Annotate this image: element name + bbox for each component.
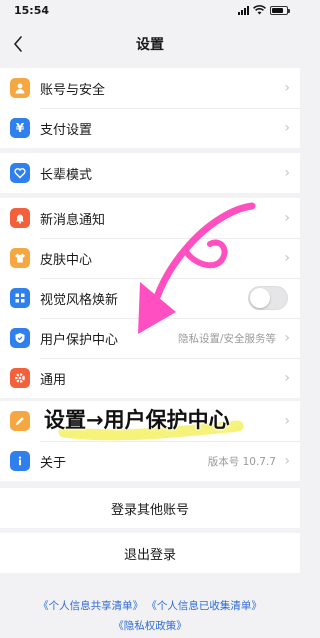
settings-item-label: 新消息通知: [40, 212, 106, 228]
settings-item-label: 用户保护中心: [40, 332, 119, 348]
back-button[interactable]: [6, 30, 30, 58]
settings-item-visual-style: 视觉风格焕新: [0, 278, 300, 318]
chevron-right-icon: ›: [284, 210, 290, 226]
annotation-text: 设置→用户保护中心: [44, 408, 230, 432]
visual-style-toggle[interactable]: [248, 286, 288, 310]
chevron-right-icon: ›: [284, 80, 290, 96]
signal-icon: [238, 5, 249, 15]
shirt-icon: [10, 248, 30, 268]
settings-item-label: 视觉风格焕新: [40, 292, 119, 308]
settings-item-account-security[interactable]: 账号与安全 ›: [0, 68, 300, 108]
footer-links: 《个人信息共享清单》 《个人信息已收集清单》 《隐私权政策》: [0, 596, 300, 636]
chevron-right-icon: ›: [284, 413, 290, 429]
chevron-left-icon: [14, 36, 22, 52]
toggle-knob: [250, 288, 270, 308]
chevron-right-icon: ›: [284, 165, 290, 181]
settings-item-user-protection[interactable]: 用户保护中心 隐私设置/安全服务等 ›: [0, 318, 300, 358]
page-title: 设置: [136, 37, 164, 53]
info-icon: [10, 451, 30, 471]
wifi-icon: [253, 5, 266, 15]
settings-item-label: 皮肤中心: [40, 252, 93, 268]
settings-item-value: 隐私设置/安全服务等: [177, 332, 276, 345]
settings-item-skin-center[interactable]: 皮肤中心 ›: [0, 238, 300, 278]
settings-item-notifications[interactable]: 新消息通知 ›: [0, 198, 300, 238]
chevron-right-icon: ›: [284, 370, 290, 386]
settings-item-label: 通用: [40, 372, 67, 388]
yen-icon: ¥: [10, 118, 30, 138]
bell-icon: [10, 208, 30, 228]
pencil-icon: [10, 411, 30, 431]
settings-item-label: 支付设置: [40, 122, 93, 138]
settings-item-general[interactable]: 通用 ›: [0, 358, 300, 398]
settings-item-label: 长辈模式: [40, 167, 93, 183]
version-text: 版本号 10.7.7: [207, 455, 276, 468]
settings-item-label: 账号与安全: [40, 82, 106, 98]
logout-button[interactable]: 退出登录: [0, 533, 300, 573]
battery-icon: [270, 5, 290, 15]
status-indicators: [238, 5, 290, 15]
chevron-right-icon: ›: [284, 250, 290, 266]
chevron-right-icon: ›: [284, 453, 290, 469]
status-time: 15:54: [14, 3, 50, 17]
heart-icon: [10, 163, 30, 183]
login-other-account-button[interactable]: 登录其他账号: [0, 488, 300, 528]
gear-icon: [10, 368, 30, 388]
nav-bar: 设置: [0, 24, 300, 64]
chevron-right-icon: ›: [284, 120, 290, 136]
settings-group-elder: 长辈模式 ›: [0, 153, 300, 193]
privacy-policy-link[interactable]: 《隐私权政策》: [113, 620, 187, 632]
settings-item-elder-mode[interactable]: 长辈模式 ›: [0, 153, 300, 193]
settings-item-about[interactable]: 关于 版本号 10.7.7 ›: [0, 441, 300, 481]
grid-icon: [10, 288, 30, 308]
collected-list-link[interactable]: 《个人信息已收集清单》: [146, 600, 262, 612]
settings-item-label: 关于: [40, 455, 67, 471]
chevron-right-icon: ›: [284, 330, 290, 346]
status-bar: 15:54: [0, 0, 300, 20]
person-icon: [10, 78, 30, 98]
settings-group-general: 新消息通知 › 皮肤中心 › 视觉风格焕新 用户保护中心 隐私设置/安全服务等 …: [0, 198, 300, 398]
settings-item-payment[interactable]: ¥ 支付设置 ›: [0, 108, 300, 148]
settings-group-account: 账号与安全 › ¥ 支付设置 ›: [0, 68, 300, 148]
sharing-list-link[interactable]: 《个人信息共享清单》: [38, 600, 143, 612]
shield-icon: [10, 328, 30, 348]
